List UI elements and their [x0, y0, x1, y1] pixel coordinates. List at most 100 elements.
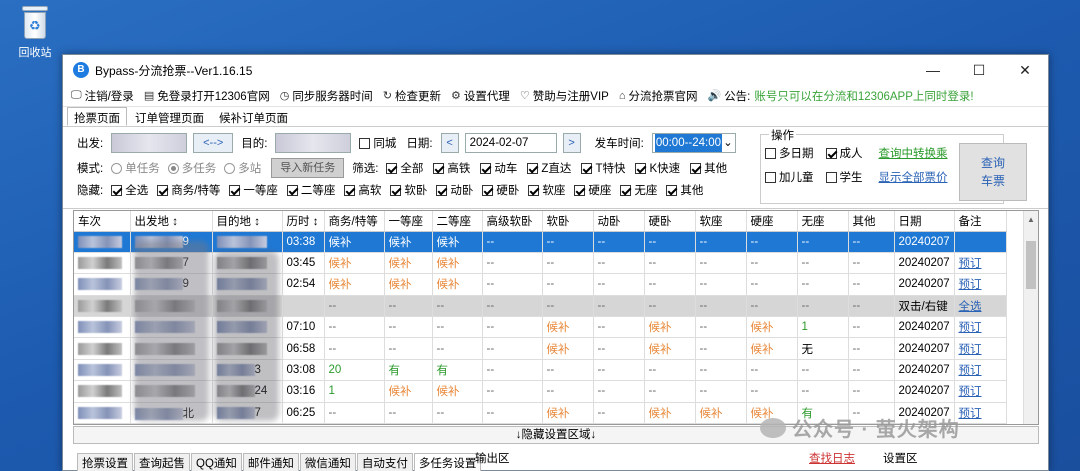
add-child-checkbox[interactable]: 加儿童 [765, 169, 814, 185]
column-header-3[interactable]: 历时 ↕ [282, 211, 325, 232]
filter-checkbox-3[interactable]: Z直达 [527, 163, 571, 175]
filter-checkbox-6[interactable]: 其他 [690, 163, 727, 175]
hide-checkbox-6[interactable]: 动卧 [436, 185, 473, 197]
column-header-11[interactable]: 软座 [695, 211, 747, 232]
menu-proxy[interactable]: ⚙ 设置代理 [451, 88, 510, 104]
column-header-6[interactable]: 二等座 [432, 211, 483, 232]
hide-checkbox-10[interactable]: 无座 [620, 185, 657, 197]
transfer-query-link[interactable]: 查询中转换乘 [879, 145, 948, 161]
table-cell: 候补 [384, 231, 433, 253]
cell-text: -- [699, 342, 708, 355]
minimize-button[interactable]: — [910, 55, 956, 85]
next-date-button[interactable]: > [562, 133, 581, 153]
to-station-input[interactable]: xx [275, 133, 352, 153]
column-header-9[interactable]: 动卧 [593, 211, 645, 232]
filter-label-1: 高铁 [447, 163, 471, 175]
menu-open-12306[interactable]: ▤ 免登录打开12306官网 [144, 88, 270, 104]
hide-checkbox-7[interactable]: 硬卧 [482, 185, 519, 197]
filter-checkbox-0[interactable]: 全部 [386, 163, 423, 175]
tab-ticket[interactable]: 抢票页面 [67, 107, 127, 126]
bottom-tab-3[interactable]: 邮件通知 [242, 453, 299, 471]
hide-checkbox-9[interactable]: 硬座 [574, 185, 611, 197]
filter-label-0: 全部 [400, 163, 424, 175]
import-task-button[interactable]: 导入新任务 [271, 158, 345, 178]
action-link[interactable]: 预订 [959, 365, 982, 377]
show-all-prices-link[interactable]: 显示全部票价 [879, 169, 948, 185]
maximize-button[interactable]: ☐ [956, 55, 1002, 85]
mode-single-radio[interactable]: 单任务 [111, 160, 160, 176]
recycle-bin[interactable]: 回收站 [12, 4, 58, 60]
cell-text: -- [648, 235, 657, 248]
bottom-tab-6[interactable]: 多任务设置 [413, 453, 482, 471]
column-header-2[interactable]: 目的地 ↕ [212, 211, 283, 232]
bottom-tab-1[interactable]: 查询起售 [134, 453, 190, 471]
scroll-thumb[interactable] [1026, 241, 1036, 289]
swap-stations-button[interactable]: <--> [193, 133, 234, 153]
column-header-10[interactable]: 硬卧 [644, 211, 696, 232]
filter-checkbox-5[interactable]: K快速 [635, 163, 680, 175]
depart-time-select[interactable]: 00:00--24:00 ⌄ [651, 133, 736, 153]
date-input[interactable]: 2024-02-07 [464, 133, 557, 153]
same-city-checkbox[interactable]: 同城 [359, 135, 396, 151]
bottom-tab-0[interactable]: 抢票设置 [77, 453, 133, 471]
hide-checkbox-4[interactable]: 高软 [344, 185, 381, 197]
hide-checkbox-0[interactable]: 全选 [111, 185, 148, 197]
column-header-7[interactable]: 高级软卧 [482, 211, 543, 232]
find-log-link[interactable]: 查找日志 [809, 450, 855, 466]
hide-checkbox-8[interactable]: 软座 [528, 185, 565, 197]
bottom-tab-5[interactable]: 自动支付 [356, 453, 413, 471]
column-header-16[interactable]: 备注 [954, 211, 1007, 232]
column-header-0[interactable]: 车次 [74, 211, 131, 232]
prev-date-button[interactable]: < [440, 133, 459, 153]
hide-checkbox-2[interactable]: 一等座 [229, 185, 278, 197]
tab-waitlist[interactable]: 候补订单页面 [212, 107, 295, 126]
action-link[interactable]: 预订 [959, 279, 982, 291]
menu-vip[interactable]: ♡ 赞助与注册VIP [520, 88, 609, 104]
hide-checkbox-1[interactable]: 商务/特等 [157, 185, 220, 197]
column-header-1[interactable]: 出发地 ↕ [130, 211, 213, 232]
filter-checkbox-1[interactable]: 高铁 [433, 163, 470, 175]
menu-official-site[interactable]: ⌂ 分流抢票官网 [619, 88, 698, 104]
menu-sync-time[interactable]: ◷ 同步服务器时间 [280, 88, 373, 104]
scroll-up-icon[interactable]: ▲ [1027, 215, 1035, 224]
menu-check-update[interactable]: ↻ 检查更新 [383, 88, 441, 104]
action-link[interactable]: 预订 [959, 258, 982, 270]
tab-orders[interactable]: 订单管理页面 [128, 107, 211, 126]
table-row[interactable]: 903:38候补候补候补----------------20240207 [74, 231, 1007, 253]
query-tickets-button[interactable]: 查询 车票 [959, 143, 1027, 201]
column-header-14[interactable]: 其他 [848, 211, 895, 232]
hide-label-0: 全选 [125, 185, 149, 197]
close-button[interactable]: ✕ [1002, 55, 1048, 85]
column-header-8[interactable]: 软卧 [542, 211, 594, 232]
from-station-input[interactable]: xx [111, 133, 188, 153]
action-link[interactable]: 预订 [959, 322, 982, 334]
filter-checkbox-4[interactable]: T特快 [581, 163, 625, 175]
radio-icon [224, 163, 236, 175]
column-header-5[interactable]: 一等座 [384, 211, 433, 232]
action-link[interactable]: 预订 [959, 344, 982, 356]
mode-multi-station-radio[interactable]: 多站 [224, 160, 261, 176]
cell-text: -- [597, 278, 606, 291]
hide-checkbox-3[interactable]: 二等座 [286, 185, 335, 197]
hide-checkbox-11[interactable]: 其他 [666, 185, 703, 197]
student-checkbox[interactable]: 学生 [825, 169, 863, 185]
column-header-15[interactable]: 日期 [894, 211, 955, 232]
hide-checkbox-5[interactable]: 软卧 [390, 185, 427, 197]
action-link[interactable]: 预订 [959, 408, 982, 420]
column-header-4[interactable]: 商务/特等 [324, 211, 385, 232]
mode-multi-radio[interactable]: 多任务 [167, 160, 216, 176]
multi-date-checkbox[interactable]: 多日期 [765, 145, 814, 161]
train-grid: 车次 出发地 ↕ 目的地 ↕ 历时 ↕ 商务/特等 一等座 二等座 高级软卧 软卧 动卧 硬卧 软座硬… [73, 210, 1039, 425]
action-link[interactable]: 全选 [959, 301, 982, 313]
bottom-tab-4[interactable]: 微信通知 [299, 453, 356, 471]
bottom-tab-2[interactable]: QQ通知 [191, 453, 242, 471]
filter-checkbox-2[interactable]: 动车 [480, 163, 517, 175]
grid-scrollbar[interactable]: ▲ [1023, 211, 1038, 424]
column-header-12[interactable]: 硬座 [746, 211, 798, 232]
watermark: 公众号 · 萤火架构 [760, 413, 960, 442]
menu-login[interactable]: 🖵 注销/登录 [71, 88, 134, 104]
table-cell: 20240207 [894, 337, 955, 360]
adult-checkbox[interactable]: 成人 [825, 145, 863, 161]
column-header-13[interactable]: 无座 [797, 211, 849, 232]
action-link[interactable]: 预订 [959, 386, 982, 398]
